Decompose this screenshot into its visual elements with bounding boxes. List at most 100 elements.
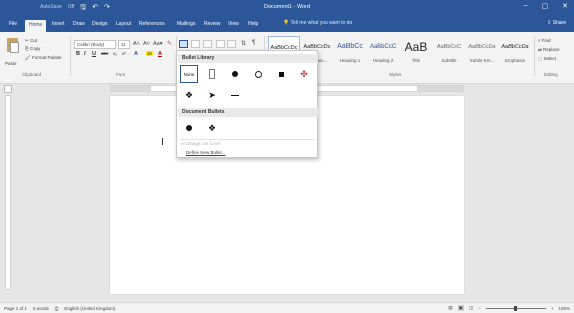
diamond-bullet-icon: ❖ (207, 122, 217, 133)
language-status[interactable]: English (United Kingdom) (64, 306, 115, 311)
copy-button[interactable]: ⎘ Copy (25, 46, 40, 51)
paste-button[interactable] (4, 38, 22, 62)
bullet-library-dropdown: Bullet Library None ✤ ❖ ➤ Document Bulle… (176, 50, 318, 158)
tab-home[interactable]: Home (25, 20, 47, 32)
multilevel-list-button[interactable] (203, 40, 212, 48)
share-button[interactable]: ⇪ Share (547, 20, 566, 26)
arrow-bullet-icon: ➤ (208, 89, 216, 100)
doc-bullet-solid-option[interactable] (180, 119, 198, 137)
define-new-bullet-item[interactable]: Define New Bullet... (186, 150, 226, 155)
document-title: Document1 - Word (263, 4, 311, 10)
style-subtle-emphasis[interactable]: AaBbCcDa Subtle Em... (466, 36, 498, 70)
subscript-button[interactable]: x₂ (113, 51, 117, 56)
bullet-dash-option[interactable] (226, 86, 244, 104)
style-emphasis[interactable]: AaBbCcDa Emphasis (499, 36, 531, 70)
grow-font-button[interactable]: A˄ (133, 41, 140, 47)
tell-me-search[interactable]: 💡 Tell me what you want to do (283, 20, 352, 26)
bullet-arrow-option[interactable]: ➤ (203, 86, 221, 104)
strikethrough-button[interactable]: abc (101, 51, 108, 56)
print-layout-icon[interactable]: ▣ (457, 305, 464, 311)
font-size-box[interactable]: 11 (118, 40, 130, 49)
word-count[interactable]: 0 words (33, 306, 49, 311)
replace-button[interactable]: ⇄ Replace (538, 47, 560, 53)
cut-button[interactable]: ✂ Cut (25, 38, 37, 44)
style-title[interactable]: AaB Title (400, 36, 432, 70)
zoom-level[interactable]: 100% (558, 306, 570, 311)
change-list-level-item[interactable]: ◂ Change List Level (181, 141, 221, 147)
close-icon[interactable]: ✕ (562, 2, 568, 10)
bullet-star-option[interactable]: ✤ (295, 65, 313, 83)
read-mode-icon[interactable]: ▤ (448, 305, 452, 311)
tell-me-text: Tell me what you want to do (290, 20, 353, 26)
highlight-icon[interactable]: ab (146, 51, 154, 56)
bold-button[interactable]: B (76, 51, 80, 57)
tab-design[interactable]: Design (92, 20, 108, 28)
solid-circle-icon (186, 125, 192, 131)
vertical-ruler[interactable] (5, 95, 11, 290)
menu-divider (181, 139, 315, 140)
superscript-button[interactable]: x² (122, 51, 126, 56)
ruler-right-margin (417, 86, 463, 91)
select-button[interactable]: ⬚ Select (538, 56, 556, 62)
numbering-button[interactable] (191, 40, 200, 48)
font-name-box[interactable]: Calibri (Body) (74, 40, 116, 49)
text-effects-icon[interactable]: A (134, 51, 138, 57)
bullet-square-option[interactable] (272, 65, 290, 83)
paste-label[interactable]: Paste (5, 61, 17, 66)
paste-sheet-icon (10, 42, 19, 53)
bullet-box-option[interactable] (203, 65, 221, 83)
web-layout-icon[interactable]: ◫ (469, 305, 473, 311)
show-marks-icon[interactable]: ¶ (252, 40, 255, 46)
editing-group-label: Editing (544, 72, 558, 77)
zoom-thumb[interactable] (513, 305, 517, 311)
zoom-in-icon[interactable]: + (551, 306, 554, 311)
tab-selector[interactable] (4, 85, 12, 93)
tab-help[interactable]: Help (248, 20, 258, 28)
bullets-button[interactable] (179, 40, 188, 48)
change-case-button[interactable]: Aa▾ (153, 41, 163, 47)
minimize-icon[interactable]: – (524, 2, 528, 10)
tab-draw[interactable]: Draw (73, 20, 85, 28)
title-bar: AutoSave Off 🖫 ↶ ↷ Document1 - Word – ▢ … (0, 0, 574, 16)
doc-bullet-diamond-option[interactable]: ❖ (203, 119, 221, 137)
window-controls: – ▢ ✕ (524, 2, 568, 10)
italic-button[interactable]: I (84, 51, 86, 57)
tab-references[interactable]: References (139, 20, 165, 28)
cut-label: Cut (30, 38, 38, 43)
tab-layout[interactable]: Layout (116, 20, 131, 28)
style-heading-1[interactable]: AaBbCc Heading 1 (334, 36, 366, 70)
style-name: Subtitle (441, 58, 457, 63)
tab-insert[interactable]: Insert (52, 20, 65, 28)
bullet-diamond-option[interactable]: ❖ (180, 86, 198, 104)
restore-icon[interactable]: ▢ (542, 2, 549, 10)
bullet-none-option[interactable]: None (180, 65, 198, 83)
bullet-hollow-circle-option[interactable] (249, 65, 267, 83)
status-bar: Page 1 of 1 0 words ⎙ English (United Ki… (0, 302, 574, 313)
page-count[interactable]: Page 1 of 1 (4, 306, 27, 311)
replace-label: Replace (543, 47, 560, 52)
tab-review[interactable]: Review (204, 20, 220, 28)
zoom-slider[interactable] (485, 305, 546, 311)
style-subtitle[interactable]: AaBbCcC Subtitle (433, 36, 465, 70)
shrink-font-button[interactable]: A˅ (143, 41, 150, 47)
tab-view[interactable]: View (228, 20, 239, 28)
proofing-icon[interactable]: ⎙ (55, 306, 59, 311)
decrease-indent-button[interactable] (216, 40, 225, 48)
sort-icon[interactable]: ⇅ (241, 40, 246, 47)
increase-indent-button[interactable] (227, 40, 236, 48)
clear-formatting-icon[interactable]: ✎ (167, 40, 172, 47)
style-preview: AaBbCcDa (468, 44, 496, 50)
zoom-out-icon[interactable]: − (478, 306, 481, 311)
change-list-level-label: Change List Level (184, 141, 221, 146)
tab-file[interactable]: File (9, 20, 17, 28)
find-button[interactable]: ⌕ Find (538, 38, 551, 43)
underline-button[interactable]: U (92, 51, 96, 57)
format-painter-button[interactable]: 🖌 Format Painter (25, 55, 62, 61)
divider (70, 36, 71, 76)
bullet-solid-circle-option[interactable] (226, 65, 244, 83)
tab-mailings[interactable]: Mailings (177, 20, 195, 28)
ribbon-tabs: File Home Insert Draw Design Layout Refe… (0, 16, 574, 32)
style-heading-2[interactable]: AaBbCcC Heading 2 (367, 36, 399, 70)
clipboard-group-label: Clipboard (22, 72, 42, 77)
font-color-icon[interactable]: A (158, 51, 162, 57)
